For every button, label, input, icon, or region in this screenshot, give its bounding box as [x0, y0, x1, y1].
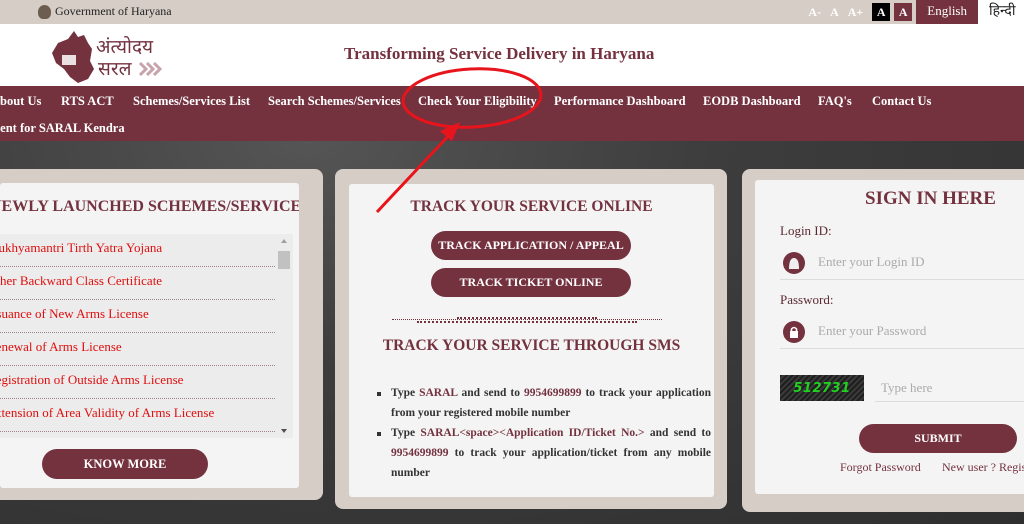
nav-contact-us[interactable]: Contact Us — [872, 94, 931, 109]
forgot-password-link[interactable]: Forgot Password — [840, 460, 921, 475]
track-ticket-button[interactable]: TRACK TICKET ONLINE — [431, 268, 631, 297]
sms-instructions: Type SARAL and send to 9954699899 to tra… — [375, 383, 711, 483]
top-bar: Government of Haryana A- A A+ A A Englis… — [0, 0, 1024, 24]
nav-faqs[interactable]: FAQ's — [818, 94, 852, 109]
haryana-map-icon: अंत्योदय सरल — [52, 31, 163, 83]
lock-icon — [783, 321, 805, 343]
signin-title: SIGN IN HERE — [865, 188, 996, 209]
register-link[interactable]: New user ? Register — [942, 460, 1024, 475]
scheme-item[interactable]: Mukhyamantri Tirth Yatra Yojana — [0, 234, 275, 267]
schemes-title: NEWLY LAUNCHED SCHEMES/SERVICES — [0, 198, 299, 215]
contrast-dark-button[interactable]: A — [872, 3, 891, 21]
language-english-button[interactable]: English — [916, 0, 978, 24]
nav-about-us[interactable]: About Us — [0, 94, 41, 109]
schemes-list: Mukhyamantri Tirth Yatra Yojana Other Ba… — [0, 234, 293, 438]
font-decrease-button[interactable]: A- — [808, 5, 821, 20]
signin-card: SIGN IN HERE Login ID: Enter your Login … — [742, 169, 1024, 512]
sms-instruction-item: Type SARAL and send to 9954699899 to tra… — [375, 383, 711, 423]
scheme-item[interactable]: Other Backward Class Certificate — [0, 267, 275, 300]
nav-search-schemes[interactable]: Search Schemes/Services — [268, 94, 401, 109]
main-nav: About Us RTS ACT Schemes/Services List S… — [0, 86, 1024, 141]
language-hindi-button[interactable]: हिन्दी — [978, 0, 1024, 24]
scheme-item[interactable]: Extension of Area Validity of Arms Licen… — [0, 399, 275, 432]
contrast-default-button[interactable]: A — [894, 3, 913, 21]
schemes-scrollbar[interactable] — [278, 234, 290, 438]
font-increase-button[interactable]: A+ — [848, 5, 864, 20]
schemes-card: NEWLY LAUNCHED SCHEMES/SERVICES Mukhyama… — [0, 169, 323, 500]
svg-text:अंत्योदय: अंत्योदय — [96, 35, 154, 58]
government-text: Government of Haryana — [55, 4, 172, 18]
section-divider — [392, 317, 662, 323]
login-id-label: Login ID: — [780, 223, 832, 238]
nav-appointment-saral-kendra[interactable]: Appointment for SARAL Kendra — [0, 121, 125, 136]
password-label: Password: — [780, 292, 834, 307]
scroll-up-icon[interactable] — [281, 239, 287, 243]
scheme-item[interactable]: Registration of Outside Arms License — [0, 366, 275, 399]
track-card: TRACK YOUR SERVICE ONLINE TRACK APPLICAT… — [335, 169, 727, 509]
svg-text:सरल: सरल — [98, 58, 133, 80]
scheme-item[interactable]: Renewal of Arms License — [0, 333, 275, 366]
saral-logo[interactable]: अंत्योदय सरल — [48, 29, 168, 84]
nav-eodb-dashboard[interactable]: EODB Dashboard — [703, 94, 801, 109]
font-normal-button[interactable]: A — [830, 5, 839, 20]
login-id-input[interactable]: Enter your Login ID — [818, 254, 925, 270]
track-application-button[interactable]: TRACK APPLICATION / APPEAL — [431, 231, 631, 260]
government-label: Government of Haryana — [38, 4, 172, 19]
scheme-item[interactable]: Issuance of New Arms License — [0, 300, 275, 333]
scroll-down-icon[interactable] — [281, 429, 287, 433]
submit-button[interactable]: SUBMIT — [859, 424, 1017, 453]
nav-schemes-list[interactable]: Schemes/Services List — [133, 94, 250, 109]
accessibility-tools: A- A A+ A A English हिन्दी — [808, 0, 1024, 24]
site-header: अंत्योदय सरल Transforming Service Delive… — [0, 24, 1024, 86]
captcha-input[interactable]: Type here — [875, 375, 1024, 402]
password-input[interactable]: Enter your Password — [818, 323, 926, 339]
password-field[interactable]: Enter your Password — [780, 315, 1024, 349]
track-sms-title: TRACK YOUR SERVICE THROUGH SMS — [382, 337, 681, 354]
know-more-button[interactable]: KNOW MORE — [42, 449, 208, 479]
user-icon — [783, 252, 805, 274]
scroll-thumb[interactable] — [278, 251, 290, 269]
track-online-title: TRACK YOUR SERVICE ONLINE — [410, 198, 653, 215]
emblem-icon — [38, 4, 51, 19]
captcha-image: 512731 — [780, 375, 864, 401]
nav-performance-dashboard[interactable]: Performance Dashboard — [554, 94, 686, 109]
nav-rts-act[interactable]: RTS ACT — [61, 94, 114, 109]
sms-instruction-item: Type SARAL<space><Application ID/Ticket … — [375, 423, 711, 483]
nav-check-eligibility[interactable]: Check Your Eligibility — [418, 94, 537, 109]
site-tagline: Transforming Service Delivery in Haryana — [344, 44, 655, 63]
login-id-field[interactable]: Enter your Login ID — [780, 246, 1024, 280]
